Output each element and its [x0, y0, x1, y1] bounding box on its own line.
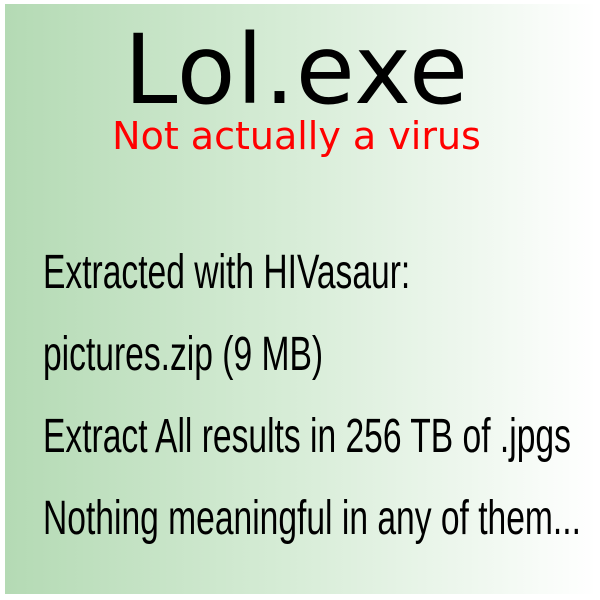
text-line: Extracted with HIVasaur: [43, 246, 411, 299]
text-line: pictures.zip (9 MB) [43, 328, 324, 381]
canvas: Lol.exe Not actually a virus Extracted w… [0, 0, 600, 600]
text-line: Extract All results in 256 TB of .jpgs [43, 410, 571, 463]
page-title: Lol.exe [123, 14, 469, 126]
text-lines: Extracted with HIVasaur: pictures.zip (9… [43, 232, 600, 560]
gradient-panel: Lol.exe Not actually a virus Extracted w… [5, 4, 596, 594]
subtitle: Not actually a virus [112, 114, 481, 158]
text-line: Nothing meaningful in any of them... [43, 492, 581, 545]
